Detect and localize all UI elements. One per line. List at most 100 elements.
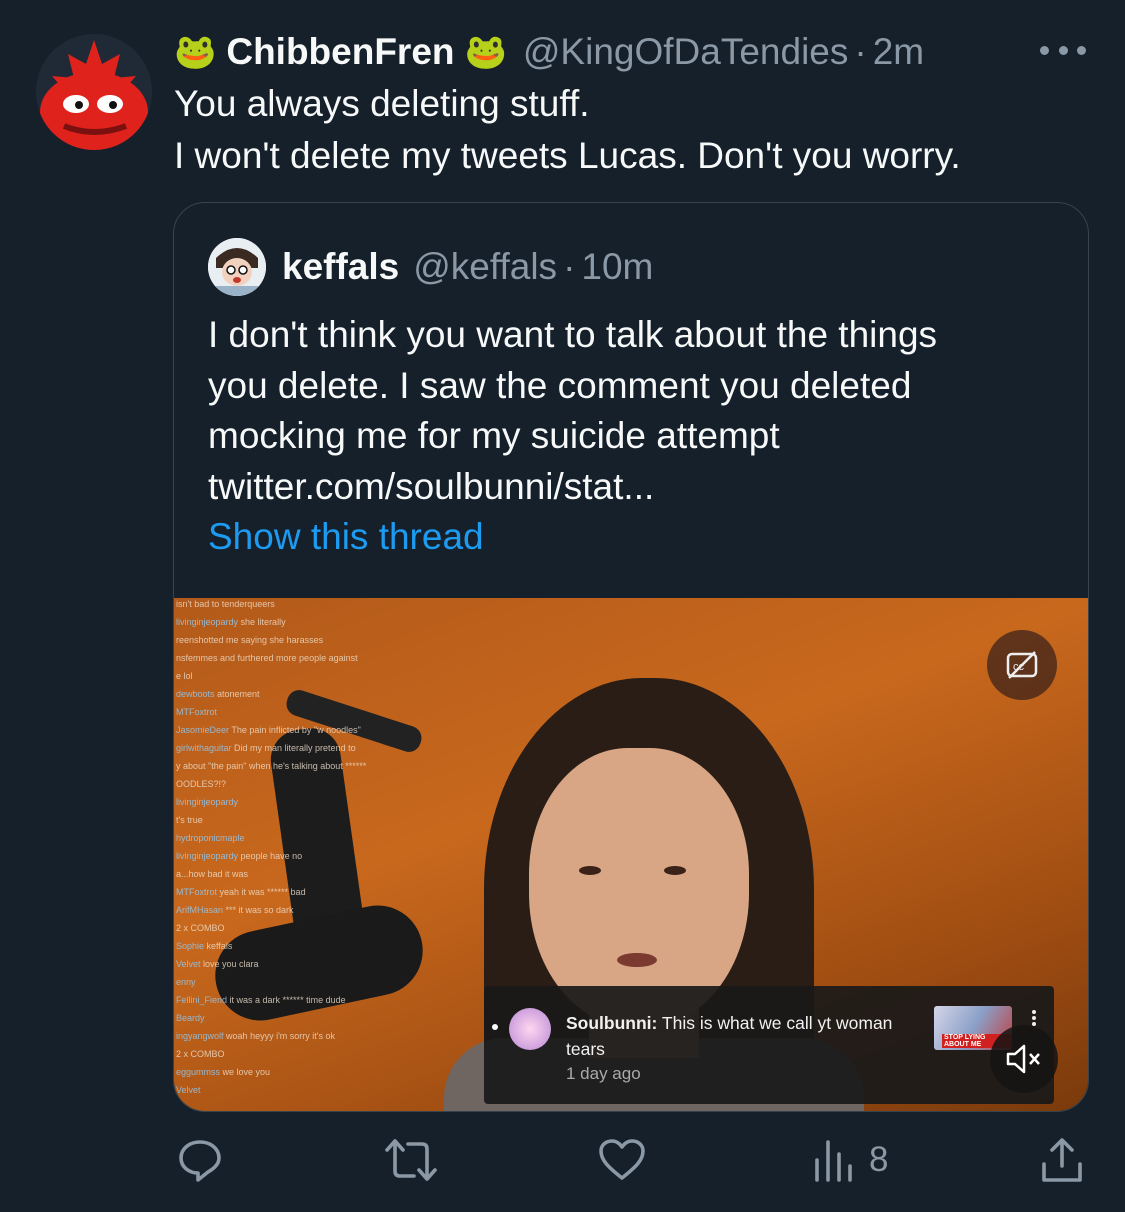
- pepe-maple-leaf-avatar-icon: [36, 34, 152, 150]
- chat-line: a...how bad it was: [174, 868, 414, 880]
- captions-off-icon[interactable]: cc: [987, 630, 1057, 700]
- chat-message: *** it was so dark: [225, 905, 294, 915]
- chat-message: The pain inflicted by "w noodles": [231, 725, 361, 735]
- kebab-menu-icon[interactable]: [1032, 1010, 1036, 1026]
- bullet-dot: [492, 1024, 498, 1030]
- chat-message: nsfemmes and furthered more people again…: [176, 653, 358, 663]
- chat-message: e lol: [176, 671, 193, 681]
- streamer-eye: [664, 866, 686, 875]
- heart-icon: [599, 1139, 645, 1180]
- tweet-action-bar: 8: [0, 1130, 1125, 1190]
- keffals-avatar-icon: [208, 238, 266, 296]
- chat-line: livinginjeopardy she literally: [174, 616, 414, 628]
- chat-line: Beardy: [174, 1012, 414, 1024]
- separator-dot: ·: [854, 31, 867, 72]
- quoted-timestamp[interactable]: 10m: [581, 246, 653, 288]
- youtube-comment-card[interactable]: Soulbunni: This is what we call yt woman…: [484, 986, 1054, 1104]
- chat-username: dewboots: [176, 689, 218, 699]
- chat-message: people have no: [240, 851, 303, 861]
- chat-username: Beardy: [176, 1013, 205, 1023]
- chat-username: eggummss: [176, 1067, 223, 1077]
- stream-chat-overlay: isn't bad to tenderqueers livinginjeopard…: [174, 598, 414, 1111]
- quoted-tweet-text: I don't think you want to talk about the…: [208, 310, 1068, 512]
- chat-message: 2 x COMBO: [176, 1049, 225, 1059]
- show-thread-link[interactable]: Show this thread: [208, 516, 484, 558]
- volume-muted-icon[interactable]: [990, 1025, 1058, 1093]
- author-name[interactable]: ChibbenFren: [226, 31, 454, 73]
- chat-line: MTFoxtrot: [174, 706, 414, 718]
- quoted-author-name[interactable]: keffals: [282, 246, 399, 288]
- reply-button[interactable]: [176, 1130, 224, 1190]
- chat-line: Velvet: [174, 1084, 414, 1096]
- quoted-text-line: I don't think you want to talk about the…: [208, 314, 938, 355]
- chat-username: hydroponicmaple: [176, 833, 245, 843]
- quoted-text-link[interactable]: twitter.com/soulbunni/stat...: [208, 462, 1068, 513]
- chat-line: livinginjeopardy people have no: [174, 850, 414, 862]
- chat-line: girlwithaguitar Did my man literally pre…: [174, 742, 414, 754]
- chat-message: OODLES?!?: [176, 779, 227, 789]
- chat-message: keffals: [206, 941, 233, 951]
- chat-username: girlwithaguitar: [176, 743, 235, 753]
- chat-line: hydroponicmaple: [174, 832, 414, 844]
- tweet-text-line: I won't delete my tweets Lucas. Don't yo…: [174, 135, 961, 176]
- video-media[interactable]: isn't bad to tenderqueers livinginjeopard…: [174, 598, 1088, 1111]
- chat-message: y about "the pain" when he's talking abo…: [176, 761, 367, 771]
- chat-username: Velvet: [176, 1085, 201, 1095]
- comment-time: 1 day ago: [566, 1064, 641, 1083]
- quoted-author-handle[interactable]: @keffals: [413, 246, 557, 288]
- chat-username: livinginjeopardy: [176, 617, 241, 627]
- chat-message: love you clara: [203, 959, 259, 969]
- like-button[interactable]: [598, 1130, 646, 1190]
- author-handle[interactable]: @KingOfDaTendies: [523, 31, 849, 73]
- tweet-text-line: You always deleting stuff.: [174, 83, 590, 124]
- chat-username: enny: [176, 977, 196, 987]
- chat-line: livinginjeopardy: [174, 796, 414, 808]
- quoted-tweet-card[interactable]: keffals @keffals · 10m I don't think you…: [173, 202, 1089, 1112]
- chat-line: OODLES?!?: [174, 778, 414, 790]
- chat-username: ingyangwolf: [176, 1031, 227, 1041]
- views-chart-icon: [815, 1140, 852, 1182]
- more-horizontal-icon[interactable]: [1040, 30, 1086, 70]
- chat-line: y about "the pain" when he's talking abo…: [174, 760, 414, 772]
- chat-message: a...how bad it was: [176, 869, 249, 879]
- tweet-text: You always deleting stuff. I won't delet…: [174, 78, 1104, 182]
- chat-line: 2 x COMBO: [174, 922, 414, 934]
- chat-line: Sophie keffals: [174, 940, 414, 952]
- commenter-avatar: [509, 1008, 551, 1050]
- chat-message: yeah it was ****** bad: [219, 887, 306, 897]
- retweet-button[interactable]: [384, 1130, 438, 1190]
- frog-emoji-icon: 🐸: [464, 33, 507, 71]
- streamer-eye: [579, 866, 601, 875]
- chat-message: t's true: [176, 815, 203, 825]
- chat-line: MTFoxtrot yeah it was ****** bad: [174, 886, 414, 898]
- chat-message: woah heyyy i'm sorry it's ok: [226, 1031, 336, 1041]
- chat-message: it was a dark ****** time dude: [229, 995, 346, 1005]
- chat-username: Velvet: [176, 959, 204, 969]
- chat-line: JasomieDeer The pain inflicted by "w noo…: [174, 724, 414, 736]
- chat-username: MTFoxtrot: [176, 887, 220, 897]
- tweet-timestamp[interactable]: 2m: [873, 31, 924, 73]
- chat-message: atonement: [217, 689, 260, 699]
- retweet-icon: [385, 1139, 437, 1181]
- chat-username: Sophie: [176, 941, 207, 951]
- chat-line: 2 x COMBO: [174, 1048, 414, 1060]
- chat-message: reenshotted me saying she harasses: [176, 635, 324, 645]
- views-count: 8: [869, 1140, 889, 1179]
- share-button[interactable]: [1040, 1130, 1084, 1190]
- chat-line: Velvet love you clara: [174, 958, 414, 970]
- chat-line: e lol: [174, 670, 414, 682]
- chat-line: isn't bad to tenderqueers: [174, 598, 414, 610]
- chat-line: Fellini_Fiend it was a dark ****** time …: [174, 994, 414, 1006]
- chat-username: Fellini_Fiend: [176, 995, 230, 1005]
- author-avatar[interactable]: [36, 34, 152, 150]
- share-icon: [1042, 1138, 1082, 1182]
- chat-message: isn't bad to tenderqueers: [176, 599, 275, 609]
- reply-icon: [179, 1140, 221, 1182]
- quoted-author-avatar[interactable]: [208, 238, 266, 296]
- chat-message: she literally: [240, 617, 286, 627]
- chat-username: MTFoxtrot: [176, 707, 218, 717]
- chat-line: nsfemmes and furthered more people again…: [174, 652, 414, 664]
- chat-username: livinginjeopardy: [176, 797, 239, 807]
- views-button[interactable]: 8: [813, 1130, 888, 1190]
- chat-message: we love you: [222, 1067, 271, 1077]
